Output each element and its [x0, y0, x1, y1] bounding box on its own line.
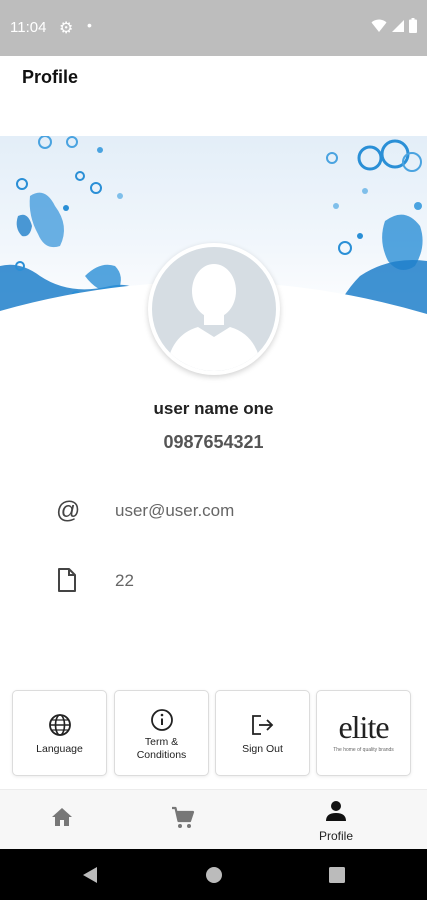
battery-icon	[409, 18, 417, 33]
gear-icon: ⚙	[59, 20, 74, 37]
brand-logo-card[interactable]: elite The home of quality brands	[316, 690, 411, 776]
status-bar: 11:04 ⚙ •	[0, 0, 427, 56]
info-icon	[115, 708, 208, 732]
back-icon[interactable]	[82, 866, 98, 884]
sign-out-icon	[216, 713, 309, 737]
recents-icon[interactable]	[329, 867, 345, 883]
cart-icon	[172, 806, 195, 828]
brand-tagline: The home of quality brands	[333, 747, 394, 753]
brand-logo: elite	[338, 709, 389, 745]
nav-profile[interactable]: Profile	[306, 790, 366, 850]
terms-label: Term & Conditions	[115, 736, 208, 762]
nav-profile-label: Profile	[318, 829, 353, 843]
signal-icon	[392, 19, 404, 32]
email-row: @ user@user.com	[0, 491, 427, 531]
at-icon: @	[56, 497, 81, 524]
avatar[interactable]	[148, 243, 280, 375]
sign-out-label: Sign Out	[242, 743, 283, 755]
document-icon	[56, 567, 80, 595]
status-icons	[371, 18, 417, 33]
bottom-nav: Profile	[0, 789, 427, 849]
home-circle-icon[interactable]	[205, 866, 223, 884]
language-label: Language	[36, 743, 83, 755]
sign-out-button[interactable]: Sign Out	[215, 690, 310, 776]
home-icon	[52, 808, 72, 826]
person-silhouette-icon	[166, 264, 262, 371]
user-name: user name one	[153, 399, 274, 418]
email-value: user@user.com	[115, 501, 235, 520]
globe-icon	[13, 713, 106, 737]
status-time: 11:04	[10, 19, 47, 36]
page-title: Profile	[22, 67, 79, 87]
system-nav-bar	[0, 849, 427, 900]
terms-label-line2: Conditions	[136, 749, 187, 761]
language-button[interactable]: Language	[12, 690, 107, 776]
document-row: 22	[0, 561, 427, 601]
terms-button[interactable]: Term & Conditions	[114, 690, 209, 776]
wifi-icon	[371, 19, 387, 32]
user-phone: 0987654321	[163, 432, 264, 452]
document-value: 22	[115, 571, 134, 590]
notification-dot-icon: •	[87, 17, 92, 33]
nav-cart[interactable]	[157, 790, 209, 850]
terms-label-line1: Term &	[144, 736, 179, 748]
nav-home[interactable]	[36, 790, 88, 850]
person-icon	[326, 801, 346, 821]
